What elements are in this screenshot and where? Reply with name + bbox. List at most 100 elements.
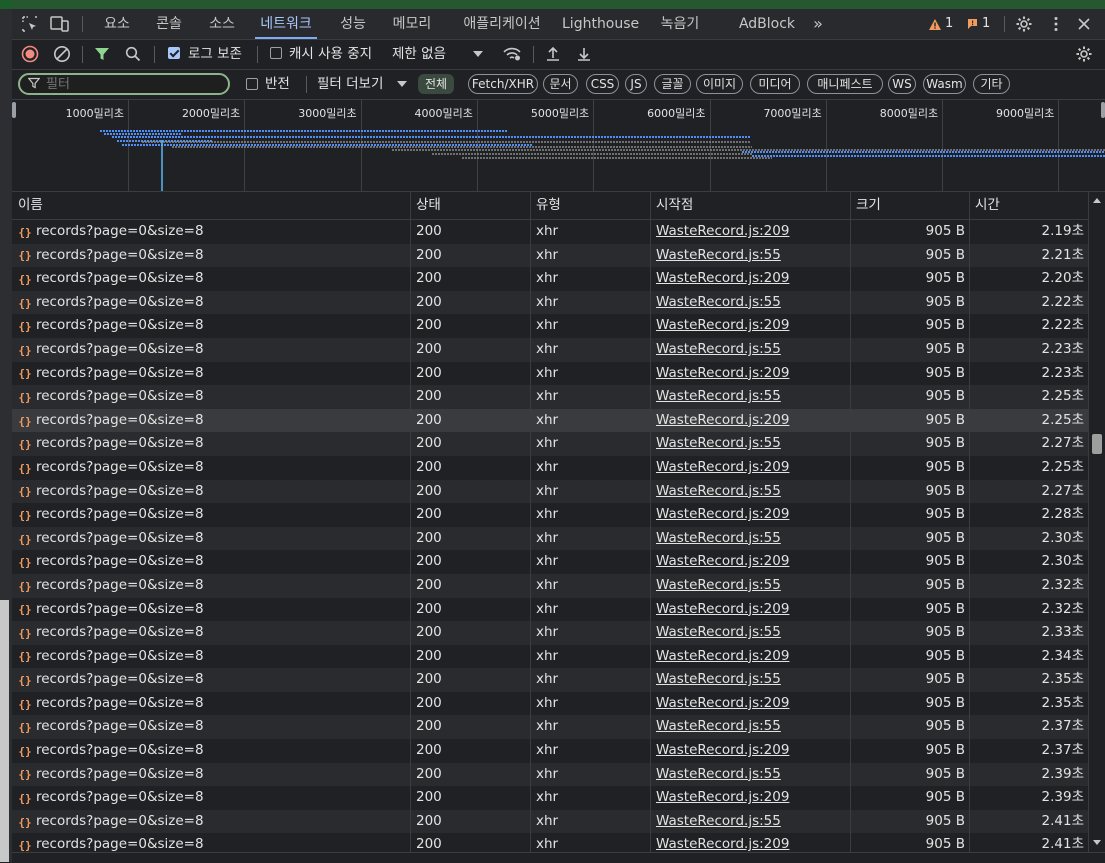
scroll-down-arrow[interactable]: [1093, 840, 1101, 845]
filter-chip-0[interactable]: 전체: [418, 74, 454, 94]
initiator-link[interactable]: WasteRecord.js:55: [656, 388, 781, 404]
filter-chip-11[interactable]: 기타: [973, 74, 1010, 94]
initiator-link[interactable]: WasteRecord.js:209: [656, 270, 789, 286]
scrollbar-thumb[interactable]: [1092, 434, 1102, 454]
filter-chip-5[interactable]: 글꼴: [654, 74, 691, 94]
filter-chip-7[interactable]: 미디어: [750, 74, 800, 94]
tab-6[interactable]: 애플리케이션: [456, 9, 548, 39]
initiator-link[interactable]: WasteRecord.js:55: [656, 530, 781, 546]
table-row[interactable]: {} records?page=0&size=8 200 xhr WasteRecord…: [12, 526, 1088, 551]
filter-input[interactable]: [46, 76, 221, 92]
more-filters-button[interactable]: 필터 더보기: [317, 70, 383, 99]
search-icon[interactable]: [123, 44, 143, 64]
table-row[interactable]: {} records?page=0&size=8 200 xhr WasteRecord…: [12, 668, 1088, 692]
filter-chip-9[interactable]: WS: [888, 74, 916, 94]
request-name-cell[interactable]: {} records?page=0&size=8: [12, 503, 410, 527]
clear-log-icon[interactable]: [52, 44, 72, 64]
filter-chip-10[interactable]: Wasm: [923, 74, 966, 94]
vertical-scrollbar[interactable]: [1088, 192, 1105, 852]
request-name-cell[interactable]: {} records?page=0&size=8: [12, 314, 410, 338]
table-row[interactable]: {} records?page=0&size=8 200 xhr WasteRecord…: [12, 432, 1088, 456]
table-row[interactable]: {} records?page=0&size=8 200 xhr WasteRecord…: [12, 503, 1088, 527]
initiator-link[interactable]: WasteRecord.js:209: [656, 365, 789, 381]
scroll-up-arrow[interactable]: [1093, 198, 1101, 203]
filter-funnel-icon[interactable]: [92, 44, 112, 64]
request-name-cell[interactable]: {} records?page=0&size=8: [12, 598, 410, 622]
table-row[interactable]: {} records?page=0&size=8 200 xhr WasteRecord…: [12, 362, 1088, 386]
import-har-upload-icon[interactable]: [543, 44, 563, 64]
issues-badge[interactable]: 1: [966, 9, 990, 39]
chevron-down-icon[interactable]: [468, 44, 488, 64]
initiator-link[interactable]: WasteRecord.js:55: [656, 671, 781, 687]
table-row[interactable]: {} records?page=0&size=8 200 xhr WasteRecord…: [12, 715, 1088, 740]
filter-chip-8[interactable]: 매니페스트: [807, 74, 883, 94]
initiator-link[interactable]: WasteRecord.js:55: [656, 718, 781, 734]
column-header-size[interactable]: 크기: [850, 192, 969, 219]
initiator-link[interactable]: WasteRecord.js:55: [656, 294, 781, 310]
inspect-element-icon[interactable]: [20, 14, 40, 34]
initiator-link[interactable]: WasteRecord.js:209: [656, 836, 789, 852]
stop-recording-icon[interactable]: [20, 44, 40, 64]
tab-3[interactable]: 네트워크: [255, 9, 317, 39]
more-options-icon[interactable]: [1046, 14, 1066, 34]
chevron-down-icon[interactable]: [392, 74, 412, 94]
table-row[interactable]: {} records?page=0&size=8 200 xhr WasteRecord…: [12, 645, 1088, 669]
filter-chip-2[interactable]: 문서: [543, 74, 578, 94]
request-name-cell[interactable]: {} records?page=0&size=8: [12, 621, 410, 645]
request-name-cell[interactable]: {} records?page=0&size=8: [12, 432, 410, 456]
initiator-link[interactable]: WasteRecord.js:55: [656, 813, 781, 829]
request-name-cell[interactable]: {} records?page=0&size=8: [12, 244, 410, 268]
initiator-link[interactable]: WasteRecord.js:209: [656, 459, 789, 475]
filter-chip-4[interactable]: JS: [625, 74, 647, 94]
initiator-link[interactable]: WasteRecord.js:55: [656, 577, 781, 593]
request-name-cell[interactable]: {} records?page=0&size=8: [12, 786, 410, 810]
table-row[interactable]: {} records?page=0&size=8 200 xhr WasteRecord…: [12, 809, 1088, 834]
initiator-link[interactable]: WasteRecord.js:55: [656, 435, 781, 451]
initiator-link[interactable]: WasteRecord.js:55: [656, 247, 781, 263]
request-name-cell[interactable]: {} records?page=0&size=8: [12, 338, 410, 362]
table-row[interactable]: {} records?page=0&size=8 200 xhr WasteRecord…: [12, 739, 1088, 763]
column-header-status[interactable]: 상태: [410, 192, 530, 219]
tab-1[interactable]: 콘솔: [152, 9, 186, 39]
throttling-select[interactable]: 제한 없음: [392, 40, 446, 69]
table-row[interactable]: {} records?page=0&size=8 200 xhr WasteRecord…: [12, 621, 1088, 645]
request-name-cell[interactable]: {} records?page=0&size=8: [12, 362, 410, 386]
tab-2[interactable]: 소스: [205, 9, 239, 39]
initiator-link[interactable]: WasteRecord.js:209: [656, 223, 789, 239]
table-row[interactable]: {} records?page=0&size=8 200 xhr WasteRecord…: [12, 573, 1088, 598]
table-row[interactable]: {} records?page=0&size=8 200 xhr WasteRecord…: [12, 385, 1088, 409]
preserve-log-checkbox[interactable]: [168, 47, 180, 59]
disable-cache-checkbox[interactable]: [270, 47, 282, 59]
initiator-link[interactable]: WasteRecord.js:209: [656, 506, 789, 522]
initiator-link[interactable]: WasteRecord.js:209: [656, 553, 789, 569]
table-row[interactable]: {} records?page=0&size=8 200 xhr WasteRecord…: [12, 833, 1088, 852]
filter-chip-3[interactable]: CSS: [586, 74, 619, 94]
table-row[interactable]: {} records?page=0&size=8 200 xhr WasteRecord…: [12, 220, 1088, 244]
tab-4[interactable]: 성능: [337, 9, 369, 39]
more-tabs-button[interactable]: »: [808, 9, 828, 39]
network-conditions-icon[interactable]: [502, 44, 522, 64]
table-row[interactable]: {} records?page=0&size=8 200 xhr WasteRecord…: [12, 479, 1088, 504]
table-row[interactable]: {} records?page=0&size=8 200 xhr WasteRecord…: [12, 243, 1088, 268]
request-name-cell[interactable]: {} records?page=0&size=8: [12, 692, 410, 716]
invert-checkbox[interactable]: [246, 78, 258, 90]
request-name-cell[interactable]: {} records?page=0&size=8: [12, 220, 410, 244]
network-settings-gear-icon[interactable]: [1074, 44, 1094, 64]
column-header-name[interactable]: 이름: [12, 192, 410, 219]
request-name-cell[interactable]: {} records?page=0&size=8: [12, 739, 410, 763]
table-row[interactable]: {} records?page=0&size=8 200 xhr WasteRecord…: [12, 337, 1088, 362]
initiator-link[interactable]: WasteRecord.js:209: [656, 648, 789, 664]
table-row[interactable]: {} records?page=0&size=8 200 xhr WasteRecord…: [12, 762, 1088, 787]
column-header-type[interactable]: 유형: [530, 192, 650, 219]
request-name-cell[interactable]: {} records?page=0&size=8: [12, 456, 410, 480]
tab-7[interactable]: Lighthouse: [562, 9, 639, 39]
request-name-cell[interactable]: {} records?page=0&size=8: [12, 833, 410, 852]
request-name-cell[interactable]: {} records?page=0&size=8: [12, 574, 410, 598]
initiator-link[interactable]: WasteRecord.js:209: [656, 317, 789, 333]
initiator-link[interactable]: WasteRecord.js:55: [656, 624, 781, 640]
request-name-cell[interactable]: {} records?page=0&size=8: [12, 291, 410, 315]
initiator-link[interactable]: WasteRecord.js:55: [656, 766, 781, 782]
tab-9[interactable]: AdBlock: [738, 9, 796, 39]
request-name-cell[interactable]: {} records?page=0&size=8: [12, 715, 410, 739]
column-header-initiator[interactable]: 시작점: [650, 192, 850, 219]
